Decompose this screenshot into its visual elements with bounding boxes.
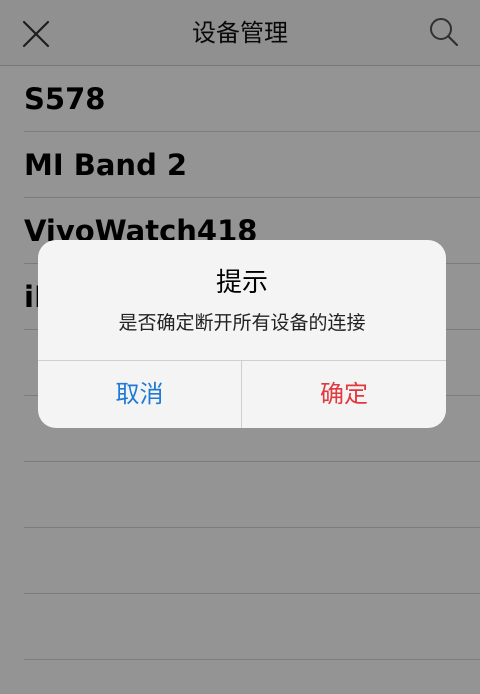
dialog-title: 提示 (215, 268, 268, 298)
confirm-button[interactable]: 确定 (242, 361, 446, 428)
cancel-button[interactable]: 取消 (38, 361, 241, 428)
dialog-message: 是否确定断开所有设备的连接 (118, 312, 366, 334)
confirm-dialog: 提示 是否确定断开所有设备的连接 取消 确定 (38, 240, 446, 428)
